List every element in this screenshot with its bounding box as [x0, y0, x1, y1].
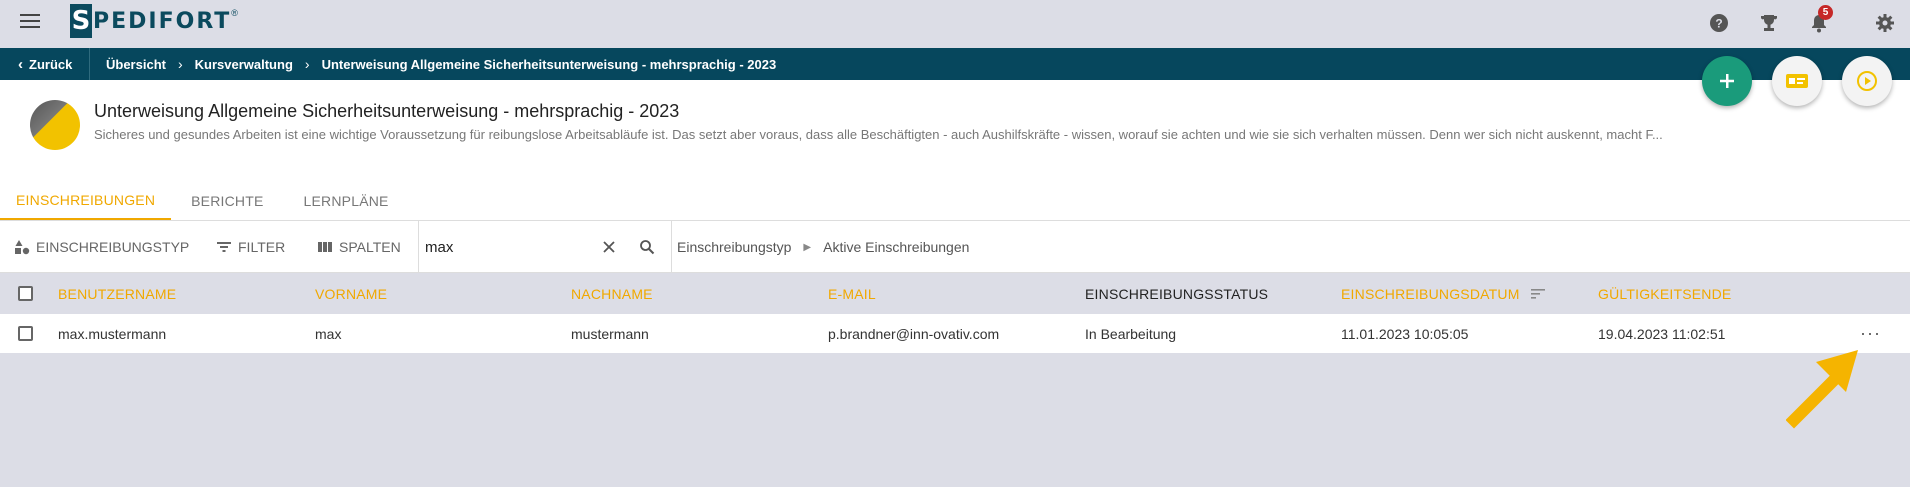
settings-gear-icon[interactable] [1874, 12, 1896, 34]
table-header: BENUTZERNAME VORNAME NACHNAME E-MAIL EIN… [0, 273, 1910, 314]
filter-button[interactable]: FILTER [216, 221, 285, 273]
svg-text:?: ? [1715, 17, 1722, 31]
column-header-firstname[interactable]: VORNAME [315, 273, 387, 314]
app-logo[interactable]: S PEDIFORT ® [70, 4, 238, 38]
id-card-icon [1786, 74, 1808, 88]
course-description: Sicheres und gesundes Arbeiten ist eine … [94, 127, 1663, 142]
search-icon[interactable] [639, 239, 655, 255]
active-filter[interactable]: Einschreibungstyp ▶ Aktive Einschreibung… [677, 221, 969, 273]
breadcrumb: Übersicht › Kursverwaltung › Unterweisun… [90, 56, 776, 72]
clear-search-icon[interactable] [601, 239, 617, 255]
cell-username: max.mustermann [58, 325, 167, 342]
add-button[interactable] [1702, 56, 1752, 106]
course-thumbnail [30, 100, 80, 150]
cell-valid-until: 19.04.2023 11:02:51 [1598, 325, 1726, 342]
breadcrumb-current-course: Unterweisung Allgemeine Sicherheitsunter… [321, 56, 777, 72]
column-header-email[interactable]: E-MAIL [828, 273, 876, 314]
top-bar: S PEDIFORT ® ? 5 [0, 0, 1910, 48]
chevron-right-icon: › [304, 56, 310, 72]
select-all-checkbox[interactable] [18, 286, 33, 301]
chevron-right-icon: › [177, 56, 183, 72]
column-header-enrollment-date-label: EINSCHREIBUNGSDATUM [1341, 285, 1520, 302]
tab-reports[interactable]: BERICHTE [171, 181, 283, 221]
columns-icon [318, 242, 332, 252]
cell-email: p.brandner@inn-ovativ.com [828, 325, 1000, 342]
cell-status: In Bearbeitung [1085, 325, 1177, 342]
row-checkbox[interactable] [18, 326, 33, 341]
enrollment-type-label: EINSCHREIBUNGSTYP [36, 239, 190, 255]
enrollment-type-button[interactable]: EINSCHREIBUNGSTYP [14, 221, 189, 273]
search-box [418, 221, 672, 273]
tab-bar: EINSCHREIBUNGEN BERICHTE LERNPLÄNE [0, 181, 409, 221]
notifications-icon[interactable]: 5 [1808, 5, 1833, 34]
logo-text: PEDIFORT [93, 8, 232, 34]
cell-firstname: max [315, 325, 342, 342]
filter-chip-label: Einschreibungstyp [677, 239, 792, 255]
shapes-icon [15, 240, 30, 255]
sort-icon [1530, 288, 1545, 299]
column-header-username[interactable]: BENUTZERNAME [58, 273, 176, 314]
plus-icon [1720, 74, 1734, 88]
column-header-valid-until[interactable]: GÜLTIGKEITSENDE [1598, 273, 1731, 314]
notification-badge: 5 [1818, 5, 1833, 20]
back-label: Zurück [29, 56, 73, 72]
logo-registered: ® [231, 8, 238, 18]
chevron-left-icon: ‹ [18, 55, 23, 73]
cell-lastname: mustermann [571, 325, 649, 342]
breadcrumb-bar: ‹ Zurück Übersicht › Kursverwaltung › Un… [0, 48, 1910, 80]
play-circle-icon [1857, 71, 1877, 91]
tab-enrollments[interactable]: EINSCHREIBUNGEN [0, 181, 172, 221]
id-card-button[interactable] [1772, 56, 1822, 106]
cell-enrollment-date: 11.01.2023 10:05:05 [1341, 325, 1469, 342]
trophy-icon[interactable] [1758, 12, 1780, 34]
play-button[interactable] [1842, 56, 1892, 106]
table-toolbar: EINSCHREIBUNGSTYP FILTER SPALTEN Einschr… [0, 221, 1910, 273]
breadcrumb-overview[interactable]: Übersicht [106, 57, 166, 72]
table-row[interactable]: max.mustermann max mustermann p.brandner… [0, 314, 1910, 353]
menu-icon[interactable] [20, 14, 40, 30]
breadcrumb-course-management[interactable]: Kursverwaltung [195, 57, 293, 72]
columns-button[interactable]: SPALTEN [317, 221, 401, 273]
filter-chip-value: Aktive Einschreibungen [823, 239, 970, 255]
column-header-status[interactable]: EINSCHREIBUNGSSTATUS [1085, 273, 1268, 314]
search-input[interactable] [425, 235, 585, 259]
tab-learning-plans[interactable]: LERNPLÄNE [284, 181, 409, 221]
course-title: Unterweisung Allgemeine Sicherheitsunter… [94, 101, 680, 121]
filter-label: FILTER [238, 239, 286, 255]
pointer-arrow-icon [1786, 350, 1858, 429]
logo-letter: S [70, 4, 92, 38]
help-icon[interactable]: ? [1708, 12, 1730, 34]
column-header-enrollment-date[interactable]: EINSCHREIBUNGSDATUM [1341, 273, 1546, 314]
column-header-lastname[interactable]: NACHNAME [571, 273, 653, 314]
caret-right-icon: ▶ [803, 241, 812, 253]
back-button[interactable]: ‹ Zurück [0, 48, 90, 80]
columns-label: SPALTEN [339, 239, 401, 255]
filter-icon [217, 242, 231, 252]
